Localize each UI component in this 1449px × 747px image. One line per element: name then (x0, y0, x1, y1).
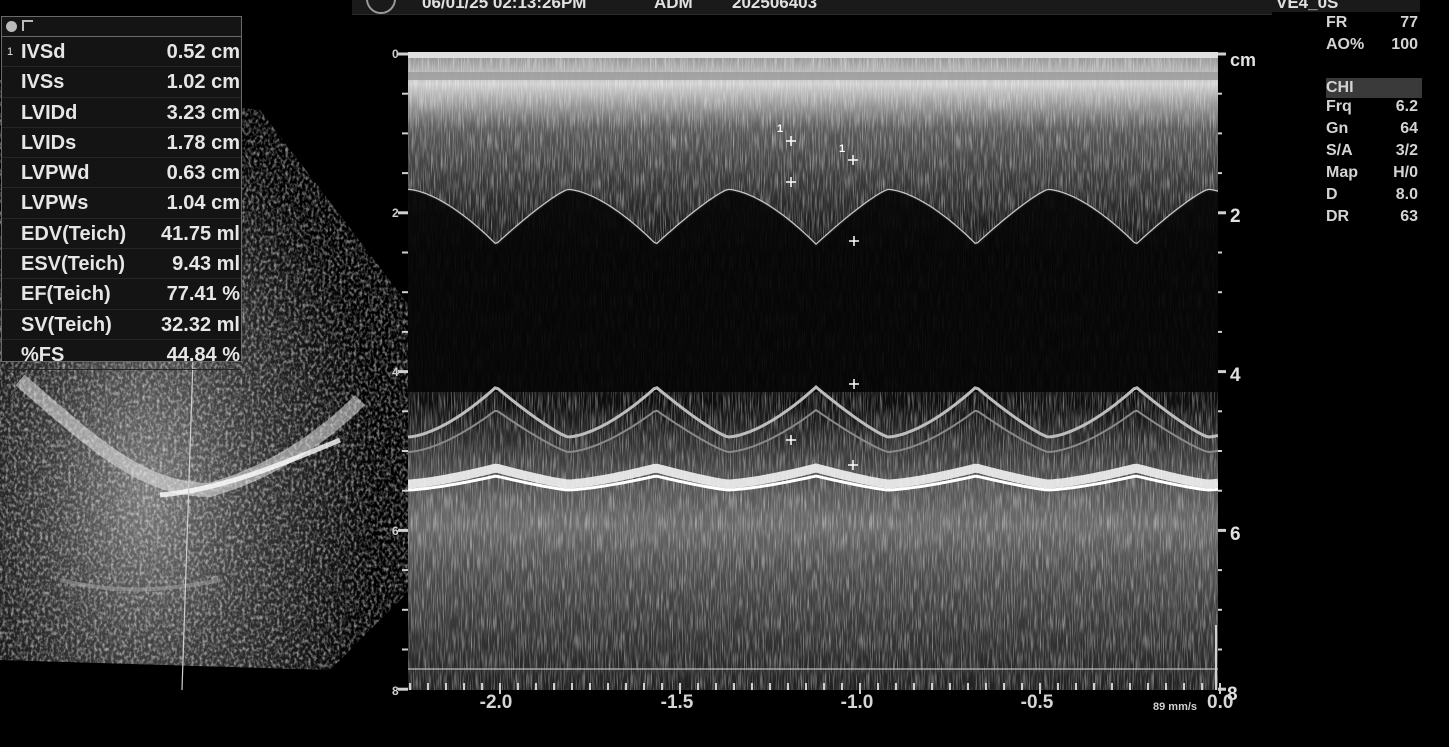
depth-tick-right-6: 6 (1230, 524, 1241, 545)
measurement-value: 1.02 cm (166, 71, 240, 94)
measurement-label: LVIDs (21, 131, 77, 154)
param-value: 64 (1400, 120, 1418, 137)
time-tick-minus-0-5: -0.5 (1020, 692, 1054, 713)
clock-icon (366, 0, 396, 14)
measurement-row: LVPWs 1.04 cm (2, 188, 241, 219)
sweep-speed: 89 mm/s (1153, 701, 1198, 713)
measurement-row: LVPWd 0.63 cm (2, 158, 241, 189)
operator-name: ADM (654, 0, 693, 12)
param-row: Gn 64 (1326, 120, 1422, 142)
top-status-bar: 06/01/25 02:13:26PM ADM 202506403 (352, 0, 1272, 15)
param-key: D (1326, 186, 1338, 203)
param-key: Frq (1326, 98, 1352, 115)
measurement-label: LVIDd (21, 101, 78, 124)
measurement-value: 44.84 % (166, 343, 240, 366)
param-key: FR (1326, 14, 1348, 31)
param-value: 8.0 (1395, 186, 1418, 203)
chi-section-header: CHI (1326, 78, 1422, 98)
time-tick-zero: 0.0 (1207, 692, 1234, 713)
measurement-index: 1 (7, 46, 14, 58)
measurement-label: SV(Teich) (21, 313, 112, 336)
param-row: FR 77 (1326, 14, 1422, 36)
measurement-row: EDV(Teich) 41.75 ml (2, 219, 241, 250)
param-value: 6.2 (1395, 98, 1418, 115)
patient-id: 202506403 (732, 0, 818, 12)
measurement-row: IVSs 1.02 cm (2, 67, 241, 98)
param-row: DR 63 (1326, 208, 1422, 230)
depth-tick-right-4: 4 (1230, 365, 1241, 386)
param-key: AO% (1326, 36, 1365, 53)
depth-unit: cm (1230, 50, 1257, 70)
exam-datetime: 06/01/25 02:13:26PM (422, 0, 587, 12)
time-tick-minus-1-5: -1.5 (660, 692, 694, 713)
param-value: 77 (1400, 14, 1418, 31)
param-key: Gn (1326, 120, 1349, 137)
measurement-row: ESV(Teich) 9.43 ml (2, 249, 241, 280)
measurement-value: 9.43 ml (172, 253, 240, 276)
measurement-row: LVIDs 1.78 cm (2, 128, 241, 159)
time-tick-minus-1-0: -1.0 (840, 692, 874, 713)
probe-label-box: VE4_0S (1270, 0, 1420, 12)
depth-tick-left-4: 4 (392, 365, 399, 379)
measurement-row: SV(Teich) 32.32 ml (2, 310, 241, 340)
measurement-value: 0.63 cm (166, 162, 240, 185)
measurement-value: 32.32 ml (161, 313, 240, 336)
probe-name: VE4_0S (1276, 0, 1339, 12)
measurement-table-header (2, 17, 241, 37)
measurement-label: LVPWs (21, 192, 89, 215)
measurement-label: EDV(Teich) (21, 222, 127, 245)
param-value: 63 (1400, 208, 1418, 225)
param-row: D 8.0 (1326, 186, 1422, 208)
param-value: H/0 (1393, 164, 1418, 181)
param-value: 100 (1391, 36, 1418, 53)
measurement-label: IVSd (21, 41, 66, 63)
param-row: Map H/0 (1326, 164, 1422, 186)
measurement-label: ESV(Teich) (21, 253, 126, 276)
param-key: DR (1326, 208, 1350, 225)
measurement-label: LVPWd (21, 162, 90, 185)
param-key: S/A (1326, 142, 1353, 159)
m-mode-trace (408, 52, 1218, 690)
measurement-label: IVSs (21, 71, 65, 94)
depth-tick-left-8: 8 (392, 684, 399, 698)
measurement-value: 0.52 cm (166, 41, 240, 63)
time-tick-minus-2-0: -2.0 (479, 692, 513, 713)
depth-tick-left-2: 2 (392, 206, 399, 220)
imaging-parameters-panel: FR 77 AO% 100 CHI Frq 6.2 Gn 64 S/A 3/2 Map H/0 D 8.… (1326, 14, 1422, 230)
measurement-table: 1 IVSd 0.52 cm IVSs 1.02 cm LVIDd 3.23 cm LVIDs… (1, 16, 242, 371)
measurement-row: LVIDd 3.23 cm (2, 98, 241, 128)
measurement-value: 41.75 ml (161, 222, 240, 245)
measurement-value: 1.04 cm (166, 192, 240, 215)
cursor-icon[interactable] (22, 20, 33, 31)
measurement-value: 77.41 % (166, 283, 240, 306)
param-row: Frq 6.2 (1326, 98, 1422, 120)
measurement-row: %FS 44.84 % (2, 340, 241, 371)
measurement-row: EF(Teich) 77.41 % (2, 279, 241, 310)
measurement-label: %FS (21, 343, 65, 366)
param-value: 3/2 (1395, 142, 1418, 159)
measurement-label: EF(Teich) (21, 283, 111, 306)
measurement-value: 3.23 cm (166, 101, 240, 124)
depth-tick-right-2: 2 (1230, 206, 1241, 227)
measurement-row: 1 IVSd 0.52 cm (2, 37, 241, 68)
param-row: AO% 100 (1326, 36, 1422, 58)
param-key: Map (1326, 164, 1358, 181)
param-row: S/A 3/2 (1326, 142, 1422, 164)
record-icon[interactable] (6, 21, 17, 32)
measurement-value: 1.78 cm (166, 131, 240, 154)
depth-tick-left-6: 6 (392, 524, 399, 538)
depth-tick-left-0: 0 (392, 47, 399, 61)
